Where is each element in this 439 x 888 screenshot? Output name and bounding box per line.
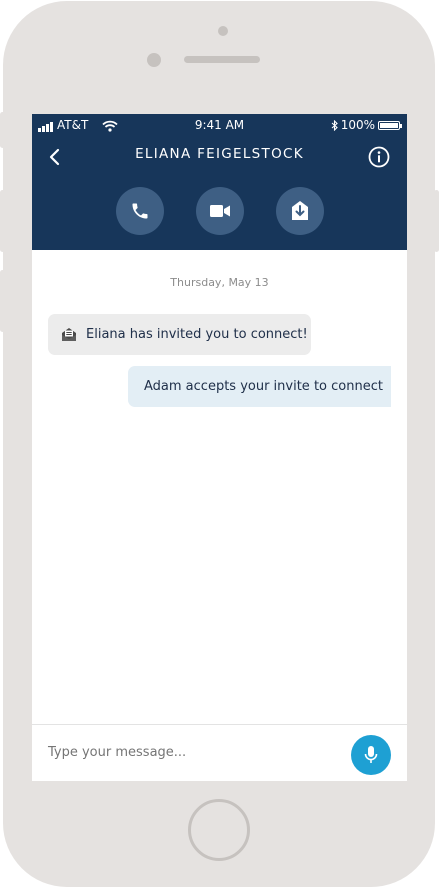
volume-up-button: [0, 190, 5, 252]
earpiece-speaker: [184, 56, 260, 63]
envelope-invite-icon: [62, 328, 76, 341]
home-button[interactable]: [188, 799, 250, 861]
conversation-header: AT&T 9:41 AM 100% ELIANA FEIGELSTOCK: [32, 114, 407, 250]
outgoing-message-text: Adam accepts your invite to connect: [144, 379, 383, 394]
battery-percent: 100%: [340, 118, 375, 132]
microphone-icon: [364, 746, 378, 763]
proximity-sensor: [147, 53, 161, 67]
mute-switch: [0, 112, 5, 148]
drop-in-icon: [292, 201, 308, 220]
back-chevron-icon[interactable]: [46, 146, 70, 168]
drop-in-button[interactable]: [276, 187, 324, 235]
video-camera-icon: [210, 205, 230, 217]
info-icon[interactable]: [368, 146, 390, 168]
incoming-message-text: Eliana has invited you to connect!: [86, 327, 308, 342]
incoming-message-bubble: Eliana has invited you to connect!: [48, 314, 311, 355]
bluetooth-icon: [331, 119, 338, 131]
volume-down-button: [0, 270, 5, 332]
video-call-button[interactable]: [196, 187, 244, 235]
contact-name-title: ELIANA FEIGELSTOCK: [135, 146, 304, 162]
front-camera: [218, 26, 228, 36]
voice-message-button[interactable]: [351, 735, 391, 775]
power-button: [434, 190, 439, 252]
app-screen: AT&T 9:41 AM 100% ELIANA FEIGELSTOCK Thu…: [32, 114, 407, 781]
message-input[interactable]: Type your message...: [48, 745, 186, 760]
phone-icon: [132, 203, 148, 219]
call-button[interactable]: [116, 187, 164, 235]
battery-icon: [378, 120, 402, 130]
conversation-date: Thursday, May 13: [170, 276, 269, 289]
outgoing-message-bubble: Adam accepts your invite to connect: [128, 366, 391, 407]
status-bar: AT&T 9:41 AM 100%: [32, 114, 407, 136]
message-composer: Type your message...: [32, 724, 407, 781]
